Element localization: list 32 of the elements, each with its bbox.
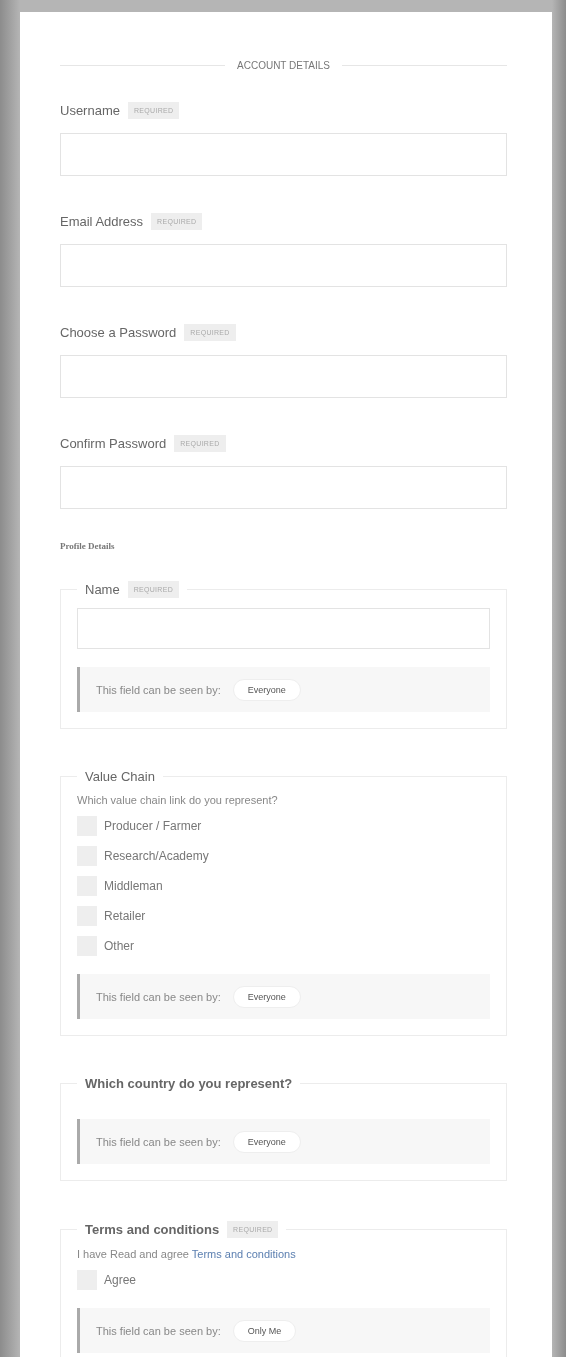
checkbox-label: Middleman <box>104 879 163 893</box>
section-heading: Profile Details <box>60 541 116 551</box>
checkbox-label: Retailer <box>104 909 146 923</box>
field-label: Choose a Password <box>60 324 177 340</box>
group-title: Which country do you represent? <box>85 1076 293 1091</box>
agreement-text: I have Read and agree Terms and conditions <box>77 1248 297 1260</box>
terms-link[interactable]: Terms and conditions <box>191 1248 296 1260</box>
group-title: Name <box>85 582 120 597</box>
checkbox-label: Research/Academy <box>104 849 209 863</box>
visibility-label: This field can be seen by: <box>96 990 221 1003</box>
question-text: Which value chain link do you represent? <box>77 794 279 806</box>
section-heading: ACCOUNT DETAILS <box>237 60 330 71</box>
visibility-label: This field can be seen by: <box>96 1135 221 1148</box>
visibility-button[interactable]: Everyone <box>232 985 301 1008</box>
visibility-button[interactable]: Everyone <box>232 1130 301 1153</box>
field-label: Confirm Password <box>60 435 167 451</box>
group-title: Value Chain <box>85 769 155 784</box>
text-input[interactable] <box>60 466 507 509</box>
visibility-button[interactable]: Everyone <box>232 678 301 701</box>
checkbox-label: Other <box>104 939 134 953</box>
checkbox-label: Producer / Farmer <box>104 819 202 833</box>
visibility-label: This field can be seen by: <box>96 683 221 696</box>
text-input[interactable] <box>60 355 507 398</box>
text-input[interactable] <box>60 133 507 176</box>
group-title: Terms and conditions <box>85 1222 220 1237</box>
checkbox-label: Agree <box>104 1273 137 1287</box>
field-label: Email Address <box>60 213 144 229</box>
name-input[interactable] <box>77 608 490 649</box>
visibility-label: This field can be seen by: <box>96 1324 221 1337</box>
field-label: Username <box>60 102 120 118</box>
text-input[interactable] <box>60 244 507 287</box>
visibility-button[interactable]: Only Me <box>232 1319 297 1342</box>
